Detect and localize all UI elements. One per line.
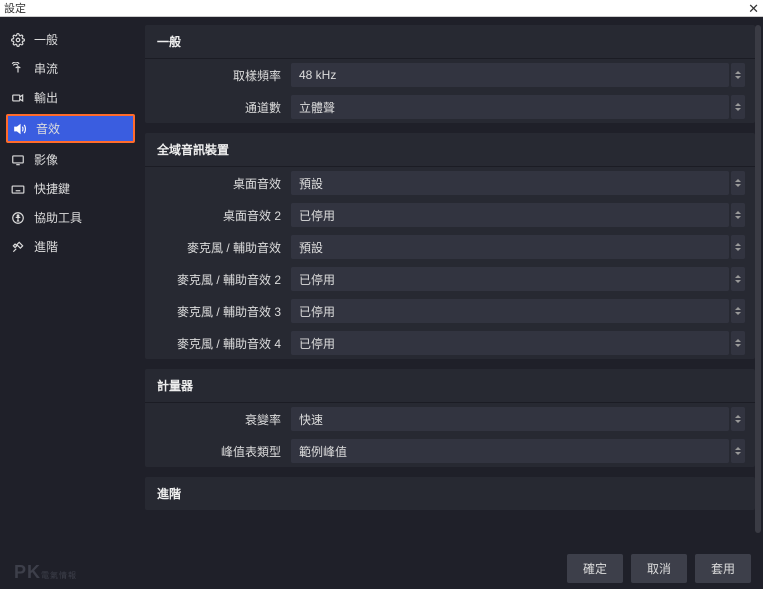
row-mic-aux: 麥克風 / 輔助音效 預設 <box>145 231 755 263</box>
close-icon[interactable]: ✕ <box>748 2 759 15</box>
sidebar-item-label: 輸出 <box>34 89 58 106</box>
sidebar-item-general[interactable]: 一般 <box>0 25 141 54</box>
tools-icon <box>10 239 26 255</box>
select-desktop-audio[interactable]: 預設 <box>291 171 729 195</box>
sidebar-item-label: 影像 <box>34 151 58 168</box>
accessibility-icon <box>10 210 26 226</box>
row-decay-rate: 衰變率 快速 <box>145 403 755 435</box>
row-label: 麥克風 / 輔助音效 2 <box>155 271 291 288</box>
stepper-icon[interactable] <box>731 299 745 323</box>
group-meters: 計量器 衰變率 快速 峰值表類型 範例峰值 <box>145 369 755 467</box>
row-desktop-audio-2: 桌面音效 2 已停用 <box>145 199 755 231</box>
antenna-icon <box>10 61 26 77</box>
window-titlebar: 設定 ✕ <box>0 0 763 17</box>
output-icon <box>10 90 26 106</box>
group-body: 衰變率 快速 峰值表類型 範例峰值 <box>145 402 755 467</box>
group-general: 一般 取樣頻率 48 kHz 通道數 立體聲 <box>145 25 755 123</box>
row-channels: 通道數 立體聲 <box>145 91 755 123</box>
row-label: 麥克風 / 輔助音效 <box>155 239 291 256</box>
row-label: 麥克風 / 輔助音效 3 <box>155 303 291 320</box>
speaker-icon <box>12 121 28 137</box>
sidebar-item-stream[interactable]: 串流 <box>0 54 141 83</box>
select-peak-meter-type[interactable]: 範例峰值 <box>291 439 729 463</box>
select-mic-aux-4[interactable]: 已停用 <box>291 331 729 355</box>
row-label: 通道數 <box>155 99 291 116</box>
sidebar: 一般 串流 輸出 音效 影像 快捷鍵 協助工具 進階 <box>0 17 141 547</box>
ok-button[interactable]: 確定 <box>567 554 623 583</box>
select-mic-aux-3[interactable]: 已停用 <box>291 299 729 323</box>
group-header: 計量器 <box>145 369 755 402</box>
sidebar-item-accessibility[interactable]: 協助工具 <box>0 203 141 232</box>
select-mic-aux-2[interactable]: 已停用 <box>291 267 729 291</box>
select-sample-rate[interactable]: 48 kHz <box>291 63 729 87</box>
stepper-icon[interactable] <box>731 171 745 195</box>
main-container: 一般 串流 輸出 音效 影像 快捷鍵 協助工具 進階 <box>0 17 763 547</box>
row-mic-aux-2: 麥克風 / 輔助音效 2 已停用 <box>145 263 755 295</box>
settings-panel: 一般 取樣頻率 48 kHz 通道數 立體聲 全域音訊裝置 桌面音效 <box>141 17 763 547</box>
gear-icon <box>10 32 26 48</box>
sidebar-item-hotkeys[interactable]: 快捷鍵 <box>0 174 141 203</box>
sidebar-item-video[interactable]: 影像 <box>0 145 141 174</box>
sidebar-item-label: 協助工具 <box>34 209 82 226</box>
stepper-icon[interactable] <box>731 439 745 463</box>
keyboard-icon <box>10 181 26 197</box>
sidebar-item-label: 快捷鍵 <box>34 180 70 197</box>
row-label: 取樣頻率 <box>155 67 291 84</box>
stepper-icon[interactable] <box>731 63 745 87</box>
row-label: 麥克風 / 輔助音效 4 <box>155 335 291 352</box>
row-mic-aux-4: 麥克風 / 輔助音效 4 已停用 <box>145 327 755 359</box>
dialog-footer: PK電氣情報 確定 取消 套用 <box>0 547 763 589</box>
row-label: 峰值表類型 <box>155 443 291 460</box>
stepper-icon[interactable] <box>731 267 745 291</box>
sidebar-item-label: 一般 <box>34 31 58 48</box>
stepper-icon[interactable] <box>731 95 745 119</box>
row-peak-meter-type: 峰值表類型 範例峰值 <box>145 435 755 467</box>
group-body: 桌面音效 預設 桌面音效 2 已停用 麥克風 / 輔助音效 預設 麥克風 / 輔… <box>145 166 755 359</box>
row-label: 桌面音效 2 <box>155 207 291 224</box>
group-advanced: 進階 <box>145 477 755 510</box>
row-label: 桌面音效 <box>155 175 291 192</box>
window-title: 設定 <box>4 0 748 16</box>
group-header: 全域音訊裝置 <box>145 133 755 166</box>
cancel-button[interactable]: 取消 <box>631 554 687 583</box>
watermark: PK電氣情報 <box>14 562 77 583</box>
group-header: 一般 <box>145 25 755 58</box>
select-decay-rate[interactable]: 快速 <box>291 407 729 431</box>
select-channels[interactable]: 立體聲 <box>291 95 729 119</box>
stepper-icon[interactable] <box>731 331 745 355</box>
sidebar-item-output[interactable]: 輸出 <box>0 83 141 112</box>
stepper-icon[interactable] <box>731 407 745 431</box>
stepper-icon[interactable] <box>731 203 745 227</box>
stepper-icon[interactable] <box>731 235 745 259</box>
group-body: 取樣頻率 48 kHz 通道數 立體聲 <box>145 58 755 123</box>
sidebar-item-label: 進階 <box>34 238 58 255</box>
sidebar-item-advanced[interactable]: 進階 <box>0 232 141 261</box>
row-sample-rate: 取樣頻率 48 kHz <box>145 59 755 91</box>
row-mic-aux-3: 麥克風 / 輔助音效 3 已停用 <box>145 295 755 327</box>
select-mic-aux[interactable]: 預設 <box>291 235 729 259</box>
row-label: 衰變率 <box>155 411 291 428</box>
scrollbar[interactable] <box>755 25 761 533</box>
display-icon <box>10 152 26 168</box>
group-header[interactable]: 進階 <box>145 477 755 510</box>
sidebar-item-label: 音效 <box>36 120 60 137</box>
sidebar-item-label: 串流 <box>34 60 58 77</box>
row-desktop-audio: 桌面音效 預設 <box>145 167 755 199</box>
select-desktop-audio-2[interactable]: 已停用 <box>291 203 729 227</box>
group-global-audio-devices: 全域音訊裝置 桌面音效 預設 桌面音效 2 已停用 麥克風 / 輔助音效 預設 <box>145 133 755 359</box>
sidebar-item-audio[interactable]: 音效 <box>6 114 135 143</box>
apply-button[interactable]: 套用 <box>695 554 751 583</box>
